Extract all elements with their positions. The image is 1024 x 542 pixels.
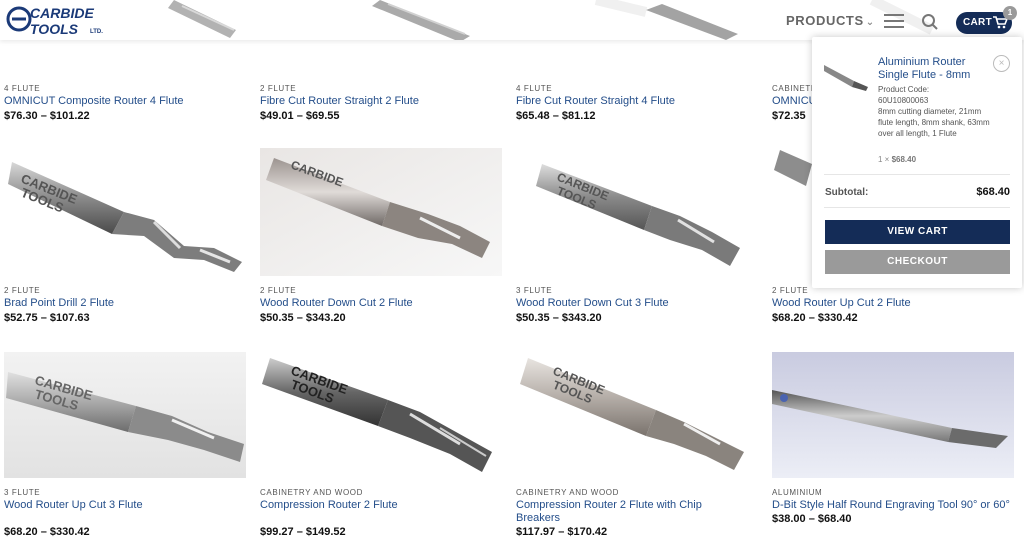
product-card: 4 FLUTE OMNICUT Composite Router 4 Flute… [4,84,246,122]
product-category: 3 FLUTE [4,488,41,497]
product-card: 2 FLUTE Wood Router Up Cut 2 Flute $68.2… [772,286,1014,324]
divider [824,174,1010,175]
product-card: ALUMINIUM D-Bit Style Half Round Engravi… [772,488,1014,525]
cart-item-code-label: Product Code: [878,85,930,94]
checkout-button[interactable]: CHECKOUT [825,250,1010,274]
product-card: 2 FLUTE Brad Point Drill 2 Flute $52.75 … [4,286,246,324]
cart-label: CART [963,17,992,28]
product-card: 2 FLUTE Wood Router Down Cut 2 Flute $50… [260,286,502,324]
product-card: CABINETRY AND WOOD Compression Router 2 … [516,488,758,538]
product-image[interactable]: CARBIDE TOOLS [516,352,758,478]
product-name-link[interactable]: Brad Point Drill 2 Flute [4,297,246,310]
product-category: 4 FLUTE [516,84,553,93]
product-image[interactable]: CARBIDE TOOLS [516,150,758,276]
product-card[interactable]: CARBIDE TOOLS [4,150,246,276]
product-card[interactable]: CARBIDE TOOLS [4,352,246,478]
product-card: 2 FLUTE Fibre Cut Router Straight 2 Flut… [260,84,502,122]
product-name-link[interactable]: Fibre Cut Router Straight 4 Flute [516,95,758,108]
product-card[interactable]: CARBIDE TOOLS [260,352,502,478]
cart-item-quantity: 1 × $68.40 [878,155,916,164]
product-price: $65.48 – $81.12 [516,110,596,122]
view-cart-button[interactable]: VIEW CART [825,220,1010,244]
product-image[interactable]: CARBIDE TOOLS [4,352,246,478]
product-category: 2 FLUTE [260,84,297,93]
cart-item-name-link[interactable]: Aluminium Router Single Flute - 8mm [878,56,994,82]
product-category: CABINETRY AND WOOD [516,488,619,497]
product-price: $68.20 – $330.42 [772,312,858,324]
site-header: CARBIDE TOOLS LTD. PRODUCTS ⌄ CART [0,0,1024,40]
product-category: 2 FLUTE [260,286,297,295]
cart-item-code: 60U10800063 [878,96,929,105]
product-image[interactable]: CARBIDE TOOLS [260,352,502,478]
mini-cart-dropdown: Aluminium Router Single Flute - 8mm × Pr… [812,37,1022,288]
search-icon[interactable] [921,13,939,31]
product-card[interactable]: CARBIDE TOOLS [516,352,758,478]
cart-count-badge: 1 [1003,6,1017,20]
menu-icon[interactable] [884,14,904,28]
product-card[interactable] [772,352,1014,478]
cart-item-price: $68.40 [891,155,917,164]
logo-text-ltd: LTD. [90,29,103,35]
product-price: $38.00 – $68.40 [772,513,852,525]
product-card[interactable]: CARBIDE TOOLS [516,150,758,276]
product-name-link[interactable]: Compression Router 2 Flute [260,499,502,512]
product-price: $49.01 – $69.55 [260,110,340,122]
product-name-link[interactable]: Wood Router Up Cut 3 Flute [4,499,246,512]
product-category: 3 FLUTE [516,286,553,295]
logo[interactable]: CARBIDE TOOLS LTD. [6,3,118,37]
cart-item-description: 8mm cutting diameter, 21mm flute length,… [878,107,990,138]
product-price: $52.75 – $107.63 [4,312,90,324]
logo-text-line1: CARBIDE [30,5,94,21]
product-image[interactable]: CARBIDE [260,148,502,276]
product-name-link[interactable]: OMNICUT Composite Router 4 Flute [4,95,246,108]
nav-products-label: PRODUCTS [786,13,864,28]
product-category: 4 FLUTE [4,84,41,93]
product-price: $50.35 – $343.20 [260,312,346,324]
product-price: $117.97 – $170.42 [516,526,608,538]
chevron-down-icon: ⌄ [865,17,875,28]
product-price: $68.20 – $330.42 [4,526,90,538]
product-card: CABINETRY AND WOOD Compression Router 2 … [260,488,502,538]
product-card: 3 FLUTE Wood Router Up Cut 3 Flute $68.2… [4,488,246,538]
product-name-link[interactable]: Fibre Cut Router Straight 2 Flute [260,95,502,108]
product-name-link[interactable]: D-Bit Style Half Round Engraving Tool 90… [772,499,1012,512]
subtotal-label: Subtotal: [825,187,869,198]
logo-text-line2: TOOLS [30,21,79,37]
cart-item-image[interactable] [824,59,869,92]
product-card: 4 FLUTE Fibre Cut Router Straight 4 Flut… [516,84,758,122]
nav-products[interactable]: PRODUCTS ⌄ [786,13,875,28]
product-name-link[interactable]: Wood Router Down Cut 3 Flute [516,297,758,310]
product-price: $76.30 – $101.22 [4,110,90,122]
product-card[interactable]: CARBIDE [260,148,502,276]
product-image[interactable] [772,352,1014,478]
product-category: 2 FLUTE [4,286,41,295]
product-price: $50.35 – $343.20 [516,312,602,324]
product-name-link[interactable]: Compression Router 2 Flute with Chip Bre… [516,499,726,525]
cart-item-qty-text: 1 × [878,155,890,164]
product-card: 3 FLUTE Wood Router Down Cut 3 Flute $50… [516,286,758,324]
close-icon[interactable]: × [993,55,1010,72]
product-category: ALUMINIUM [772,488,823,497]
divider [824,207,1010,208]
product-price: $99.27 – $149.52 [260,526,346,538]
subtotal-value: $68.40 [976,186,1010,198]
product-name-link[interactable]: Wood Router Down Cut 2 Flute [260,297,502,310]
product-name-link[interactable]: Wood Router Up Cut 2 Flute [772,297,1014,310]
product-category: CABINETRY AND WOOD [260,488,363,497]
product-image[interactable]: CARBIDE TOOLS [4,150,246,276]
